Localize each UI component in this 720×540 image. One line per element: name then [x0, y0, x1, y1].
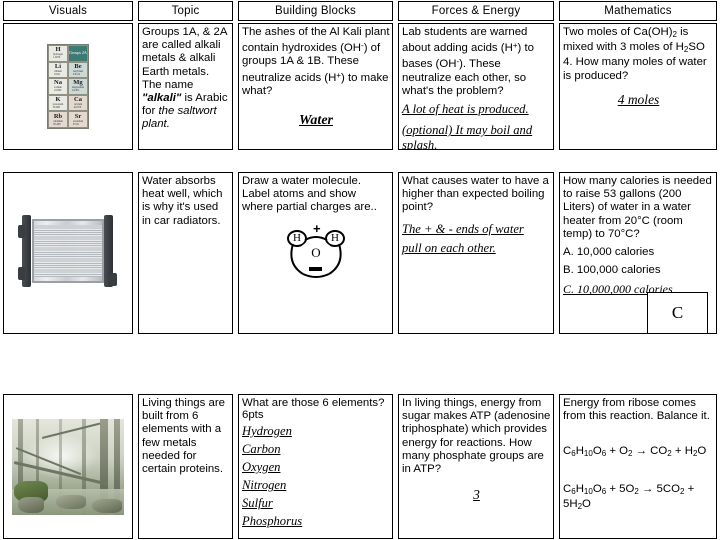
- forest-graphic: [12, 418, 124, 515]
- row2-bb-question: Draw a water molecule. Label atoms and s…: [242, 175, 377, 214]
- row1-bb-question: The ashes of the Al Kali plant contain h…: [242, 26, 390, 97]
- row3-math-equation-balanced: C6H10O6 + 5O2 → 5CO2 + 5H2O: [563, 482, 695, 511]
- row3-math-question: Energy from ribose comes from this react…: [563, 397, 710, 423]
- column-header-building-blocks[interactable]: Building Blocks: [238, 1, 393, 21]
- element-rb: Rb rubidium 85.468: [48, 111, 68, 128]
- row1-fe-answer-line1: A lot of heat is produced.: [402, 102, 529, 117]
- moss-rock: [92, 498, 122, 513]
- column-header-topic-label: Topic: [171, 5, 200, 17]
- row3-mathematics-cell[interactable]: Energy from ribose comes from this react…: [559, 394, 717, 539]
- row2-fe-question: What causes water to have a higher than …: [402, 175, 549, 214]
- row3-bb-points: 6pts: [242, 409, 264, 422]
- row1-visual-cell[interactable]: H hydrogen 1.0079 Groups 2A Li lithium 6.9…: [3, 23, 133, 150]
- radiator-inlet: [18, 225, 25, 238]
- row2-forces-energy-cell[interactable]: What causes water to have a higher than …: [398, 172, 554, 334]
- row1-fe-answer-line2: (optional) It may boil and splash.: [402, 123, 533, 150]
- row3-bb-answer-4: Nitrogen: [242, 478, 287, 493]
- water-molecule-diagram: H H + O: [279, 218, 353, 280]
- element-na: Na sodium 22.990: [48, 78, 68, 95]
- row3-topic-cell[interactable]: Living things are built from 6 elements …: [138, 394, 233, 539]
- column-header-topic[interactable]: Topic: [138, 1, 233, 21]
- column-header-forces-energy-label: Forces & Energy: [431, 5, 521, 17]
- element-h: H hydrogen 1.0079: [48, 45, 68, 62]
- row2-fe-answer-line1: The + & - ends of water: [402, 221, 524, 236]
- column-header-mathematics-label: Mathematics: [604, 5, 672, 17]
- row3-math-equation-unbalanced: C6H10O6 + O2 → CO2 + H2O: [563, 445, 707, 459]
- forest-image: [4, 395, 132, 538]
- element-sr: Sr strontium 87.62: [68, 111, 88, 128]
- group-2a-header: Groups 2A: [68, 45, 88, 62]
- row1-topic-text: Groups 1A, & 2A are called alkali metals…: [142, 26, 228, 131]
- element-k: K potassium 39.098: [48, 94, 68, 112]
- column-header-forces-energy[interactable]: Forces & Energy: [398, 1, 554, 21]
- row3-building-blocks-cell[interactable]: What are those 6 elements? 6pts Hydrogen…: [238, 394, 393, 539]
- row2-visual-cell[interactable]: [3, 172, 133, 334]
- radiator-graphic: [16, 211, 120, 295]
- row3-visual-cell[interactable]: [3, 394, 133, 539]
- radiator-image: [4, 173, 132, 333]
- row2-building-blocks-cell[interactable]: Draw a water molecule. Label atoms and s…: [238, 172, 393, 334]
- row3-bb-answer-3: Oxygen: [242, 460, 281, 475]
- row3-bb-answer-5: Sulfur: [242, 496, 273, 511]
- row2-topic-text: Water absorbs heat well, which is why it…: [142, 175, 223, 227]
- element-li: Li lithium 6.941: [48, 61, 68, 79]
- column-header-visuals-label: Visuals: [48, 5, 88, 17]
- moss-rock: [18, 496, 44, 513]
- row3-topic-text: Living things are built from 6 elements …: [142, 397, 225, 476]
- element-mg: Mg magnesium 24.305: [68, 78, 88, 95]
- column-header-building-blocks-label: Building Blocks: [275, 5, 356, 17]
- radiator-outlet: [18, 267, 25, 280]
- row3-fe-question: In living things, energy from sugar make…: [402, 397, 551, 476]
- row3-bb-question: What are those 6 elements?: [242, 397, 385, 409]
- row3-forces-energy-cell[interactable]: In living things, energy from sugar make…: [398, 394, 554, 539]
- periodic-table-image: H hydrogen 1.0079 Groups 2A Li lithium 6.9…: [4, 24, 132, 149]
- row2-math-choice-b[interactable]: B. 100,000 calories: [563, 264, 714, 277]
- row3-bb-answer-6: Phosphorus: [242, 514, 303, 529]
- revealed-answer-box[interactable]: C: [647, 292, 708, 334]
- column-header-visuals[interactable]: Visuals: [3, 1, 133, 21]
- jeopardy-review-slide: Visuals Topic Building Blocks Forces & E…: [0, 0, 720, 540]
- revealed-answer-letter: C: [671, 303, 684, 322]
- row1-mathematics-cell[interactable]: Two moles of Ca(OH)2 is mixed with 3 mol…: [559, 23, 717, 150]
- column-header-mathematics[interactable]: Mathematics: [559, 1, 717, 21]
- row2-math-question: How many calories is needed to raise 53 …: [563, 175, 712, 240]
- row1-topic-cell[interactable]: Groups 1A, & 2A are called alkali metals…: [138, 23, 233, 150]
- row3-fe-answer: 3: [473, 487, 480, 503]
- radiator-drain: [110, 273, 117, 286]
- element-be: Be beryllium 9.0122: [68, 61, 88, 79]
- row2-topic-cell[interactable]: Water absorbs heat well, which is why it…: [138, 172, 233, 334]
- row1-fe-question: Lab students are warned about adding aci…: [402, 26, 534, 97]
- row1-bb-answer: Water: [299, 113, 333, 129]
- element-ca: Ca calcium 40.078: [68, 94, 88, 112]
- row2-fe-answer-line2: pull on each other.: [402, 240, 496, 255]
- row3-bb-answer-1: Hydrogen: [242, 424, 292, 439]
- row1-building-blocks-cell[interactable]: The ashes of the Al Kali plant contain h…: [238, 23, 393, 150]
- row1-forces-energy-cell[interactable]: Lab students are warned about adding aci…: [398, 23, 554, 150]
- row1-math-answer: 4 moles: [617, 91, 660, 107]
- partial-negative-charge: [309, 266, 322, 271]
- row2-math-choice-a[interactable]: A. 10,000 calories: [563, 246, 714, 259]
- periodic-table-graphic: H hydrogen 1.0079 Groups 2A Li lithium 6.9…: [47, 44, 89, 129]
- moss-rock: [56, 494, 86, 509]
- row1-math-question: Two moles of Ca(OH)2 is mixed with 3 mol…: [563, 26, 707, 82]
- radiator-fins: [34, 225, 102, 277]
- row3-bb-answer-2: Carbon: [242, 442, 281, 457]
